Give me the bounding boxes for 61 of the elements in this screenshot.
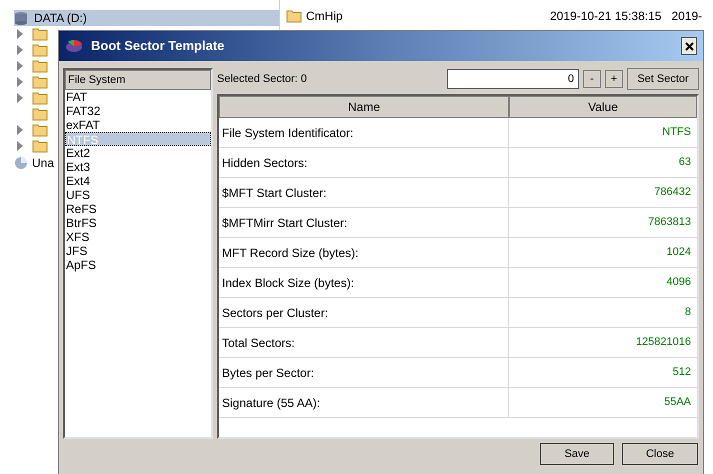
folder-icon: [32, 43, 48, 57]
list-item[interactable]: Ext2: [65, 146, 211, 160]
list-item[interactable]: BtrFS: [65, 216, 211, 230]
file-date: 2019-: [671, 8, 702, 25]
list-item[interactable]: exFAT: [65, 118, 211, 132]
list-item[interactable]: FAT32: [65, 104, 211, 118]
folder-icon: [286, 9, 302, 23]
table-cell-text: 8: [684, 305, 692, 320]
folder-icon: [32, 91, 48, 105]
table-cell-text: 63: [678, 155, 692, 170]
table-cell: MFT Record Size (bytes):: [219, 238, 509, 267]
column-header: Value: [509, 96, 697, 118]
sector-input[interactable]: 0: [447, 69, 579, 89]
table-cell-text: 4096: [666, 275, 692, 290]
list-item[interactable]: Ext3: [65, 160, 211, 174]
table-cell: Total Sectors:: [219, 328, 509, 357]
decrement-button[interactable]: -: [583, 70, 601, 88]
table-cell-text: 125821016: [634, 335, 692, 350]
close-button[interactable]: [681, 37, 697, 55]
list-item[interactable]: JFS: [65, 244, 211, 258]
list-item[interactable]: ApFS: [65, 258, 211, 272]
selected-sector-label: Selected Sector: 0: [217, 72, 308, 87]
tree-label: Una: [32, 155, 54, 172]
file-name: CmHip: [306, 8, 344, 25]
dialog-title: Boot Sector Template: [91, 37, 226, 56]
column-header: Name: [219, 96, 509, 118]
list-item[interactable]: XFS: [65, 230, 211, 244]
table-cell-text: 1024: [666, 245, 692, 260]
file-date: 2019-10-21 15:38:15: [550, 8, 662, 25]
table-cell-text: 786432: [653, 185, 692, 200]
pie-chart-icon: [65, 39, 83, 53]
folder-icon: [32, 123, 48, 137]
list-header: File System: [65, 70, 211, 90]
table-cell: $MFTMirr Start Cluster:: [219, 208, 509, 237]
table-cell: Sectors per Cluster:: [219, 298, 509, 327]
table-cell-text: 7863813: [647, 215, 692, 230]
list-item[interactable]: UFS: [65, 188, 211, 202]
set-sector-button[interactable]: Set Sector: [627, 68, 699, 90]
list-item[interactable]: ReFS: [65, 202, 211, 216]
table-cell: Bytes per Sector:: [219, 358, 509, 387]
table-cell: Index Block Size (bytes):: [219, 268, 509, 297]
tree-label: DATA (D:): [34, 10, 87, 27]
increment-button[interactable]: +: [605, 70, 623, 88]
table-cell: File System Identificator:: [219, 118, 509, 147]
folder-icon: [32, 59, 48, 73]
save-button[interactable]: Save: [540, 443, 614, 465]
folder-icon: [32, 139, 48, 153]
table-cell-text: 55AA: [663, 395, 692, 410]
list-item[interactable]: FAT: [65, 90, 211, 104]
close-icon: [684, 42, 694, 50]
list-item[interactable]: Ext4: [65, 174, 211, 188]
close-button[interactable]: Close: [622, 443, 698, 465]
table-cell-text: 512: [672, 365, 692, 380]
table-cell-text: NTFS: [661, 125, 692, 140]
table-cell: Hidden Sectors:: [219, 148, 509, 177]
table-cell: $MFT Start Cluster:: [219, 178, 509, 207]
table-cell: Signature (55 AA):: [219, 388, 509, 417]
pie-disk-icon: [14, 156, 28, 170]
tree-item[interactable]: DATA (D:): [14, 10, 279, 26]
folder-icon: [32, 107, 48, 121]
folder-icon: [32, 75, 48, 89]
